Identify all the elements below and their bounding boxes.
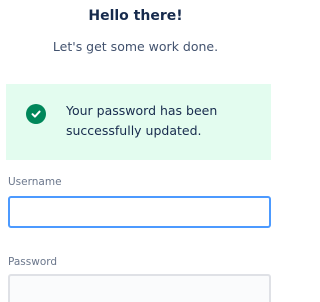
- username-label: Username: [8, 176, 62, 188]
- success-message: Your password has been successfully upda…: [66, 103, 218, 138]
- page-subtitle: Let's get some work done.: [52, 39, 219, 54]
- password-input[interactable]: [8, 274, 271, 302]
- check-circle-icon: [26, 104, 46, 124]
- password-label: Password: [8, 256, 58, 268]
- username-input[interactable]: [8, 196, 271, 228]
- login-page: Hello there! Let's get some work done. Y…: [0, 0, 271, 302]
- success-alert: Your password has been successfully upda…: [6, 84, 271, 160]
- page-title: Hello there!: [88, 8, 183, 24]
